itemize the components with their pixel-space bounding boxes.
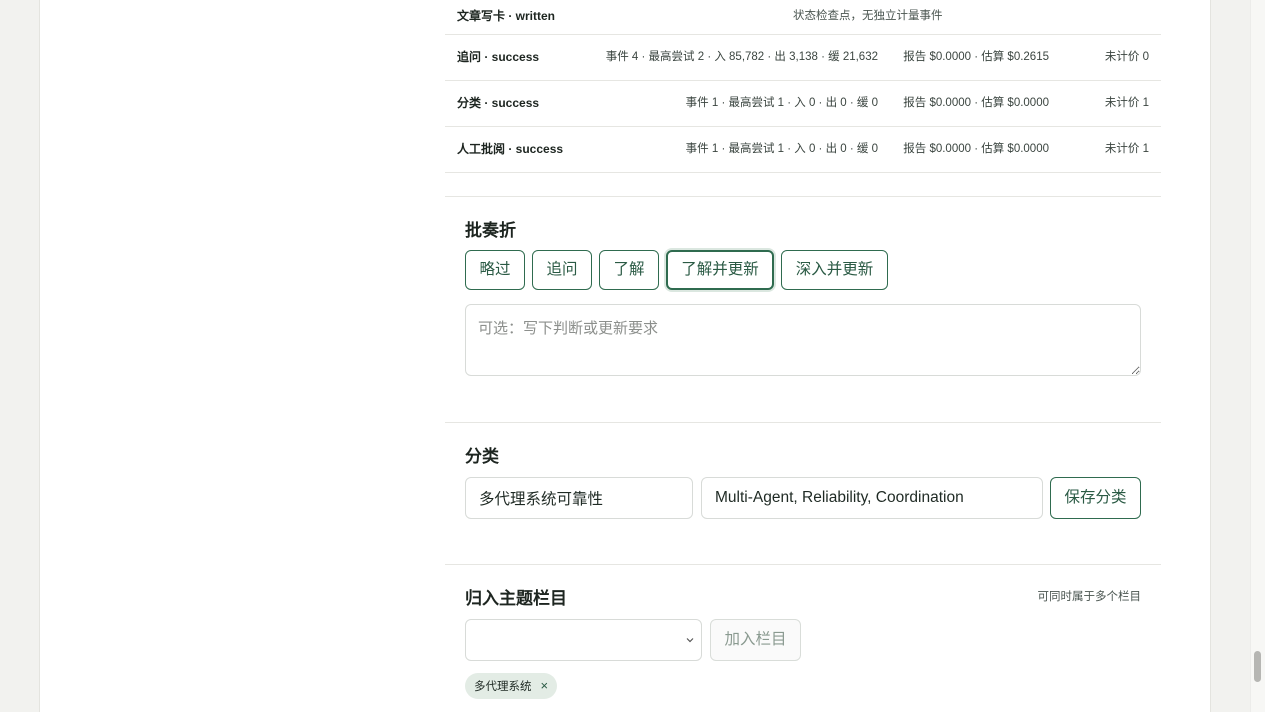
category-input[interactable] — [465, 477, 693, 519]
deep-dive-and-update-button[interactable]: 深入并更新 — [781, 250, 888, 290]
event-unpriced: 未计价 1 — [1104, 143, 1149, 155]
follow-up-button[interactable]: 追问 — [532, 250, 592, 290]
scrollbar-track[interactable] — [1250, 0, 1265, 712]
event-cost: 报告 $0.0000 · 估算 $0.0000 — [903, 143, 1049, 155]
section-divider — [445, 422, 1161, 423]
event-name: 人工批阅 · success — [457, 142, 564, 156]
classify-section-title: 分类 — [465, 447, 499, 466]
close-icon[interactable]: × — [541, 678, 549, 693]
table-row: 分类 · success 事件 1 · 最高尝试 1 · 入 0 · 出 0 ·… — [445, 81, 1161, 127]
event-name: 分类 · success — [457, 96, 540, 110]
topic-chip-label: 多代理系统 — [474, 681, 532, 693]
event-stats: 事件 1 · 最高尝试 1 · 入 0 · 出 0 · 缓 0 — [685, 97, 878, 109]
section-divider — [445, 196, 1161, 197]
table-row: 文章写卡 · written 状态检查点，无独立计量事件 — [445, 0, 1161, 35]
left-panel — [39, 0, 396, 712]
topic-chip: 多代理系统 × — [465, 673, 558, 699]
event-stats: 事件 1 · 最高尝试 1 · 入 0 · 出 0 · 缓 0 — [685, 143, 878, 155]
event-cost: 报告 $0.0000 · 估算 $0.0000 — [903, 97, 1049, 109]
chevron-down-icon — [686, 638, 694, 643]
scrollbar-thumb[interactable] — [1254, 651, 1261, 682]
event-name: 文章写卡 · written — [457, 9, 555, 23]
event-cost: 报告 $0.0000 · 估算 $0.2615 — [903, 51, 1049, 63]
table-row: 人工批阅 · success 事件 1 · 最高尝试 1 · 入 0 · 出 0… — [445, 127, 1161, 173]
events-table: 文章写卡 · written 状态检查点，无独立计量事件 追问 · succes… — [445, 0, 1161, 173]
tags-input[interactable] — [701, 477, 1043, 519]
event-note: 状态检查点，无独立计量事件 — [793, 10, 943, 22]
review-section-title: 批奏折 — [465, 221, 516, 240]
review-comment-textarea[interactable] — [465, 304, 1141, 376]
topics-section-title: 归入主题栏目 — [465, 589, 567, 608]
event-unpriced: 未计价 0 — [1104, 51, 1149, 63]
understand-and-update-button[interactable]: 了解并更新 — [666, 250, 774, 290]
topic-select[interactable] — [465, 619, 702, 661]
table-row: 追问 · success 事件 4 · 最高尝试 2 · 入 85,782 · … — [445, 35, 1161, 81]
topics-hint: 可同时属于多个栏目 — [1037, 591, 1142, 603]
event-name: 追问 · success — [457, 50, 540, 64]
event-stats: 事件 4 · 最高尝试 2 · 入 85,782 · 出 3,138 · 缓 2… — [605, 51, 878, 63]
save-category-button[interactable]: 保存分类 — [1050, 477, 1141, 519]
understand-button[interactable]: 了解 — [599, 250, 659, 290]
event-unpriced: 未计价 1 — [1104, 97, 1149, 109]
skip-button[interactable]: 略过 — [465, 250, 525, 290]
section-divider — [445, 564, 1161, 565]
add-topic-button[interactable]: 加入栏目 — [710, 619, 801, 661]
